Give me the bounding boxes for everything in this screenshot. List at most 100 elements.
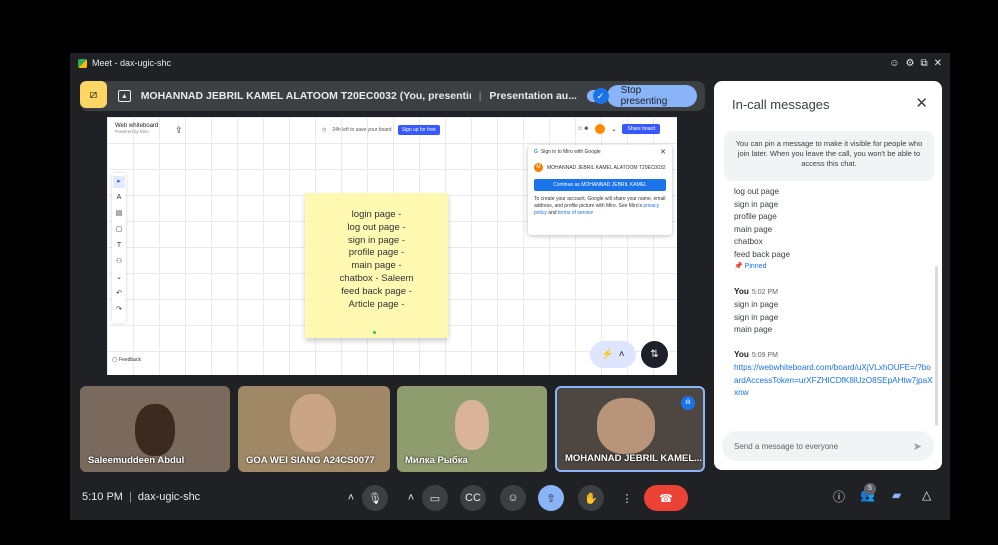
- pinned-label[interactable]: 📌 Pinned: [734, 261, 934, 274]
- board-quick-actions[interactable]: ⚡ ˄: [590, 341, 636, 368]
- video-options-chevron-icon[interactable]: ˄: [398, 485, 424, 511]
- reactions-icon[interactable]: ☺☻: [577, 126, 589, 132]
- presentation-auto-toggle[interactable]: [586, 88, 609, 104]
- board-link[interactable]: https://webwhiteboard.com/board/uXjVLxhO…: [734, 363, 933, 397]
- participant-tile[interactable]: ılı MOHANNAD JEBRIL KAMEL...: [555, 386, 705, 472]
- participant-tile[interactable]: Милка Рыбка: [397, 386, 547, 472]
- sticky-line: feed back page -: [341, 285, 412, 297]
- participant-video: [135, 404, 175, 456]
- message-line: sign in page: [734, 312, 779, 322]
- redo-icon[interactable]: ↷: [113, 304, 125, 316]
- chat-icon[interactable]: ▰: [892, 488, 901, 502]
- meet-logo-icon: [78, 58, 87, 68]
- signin-desc-and: and: [548, 209, 557, 216]
- in-call-messages-panel: In-call messages ✕ You can pin a message…: [714, 81, 942, 470]
- title-bar: Meet - dax-ugic-shc ☺ ⚙ ⧉ ✕: [70, 53, 950, 73]
- terms-link[interactable]: terms of service: [558, 210, 593, 216]
- message-input[interactable]: Send a message to everyone ➤: [722, 431, 934, 461]
- sticky-line: sign in page -: [347, 234, 406, 246]
- board-save-hint: ◷ 24h left to save your board Sign up fo…: [322, 125, 440, 135]
- powered-by: Powered by Miro: [115, 129, 149, 134]
- raise-hand-icon[interactable]: ✋: [578, 485, 604, 511]
- chevron-down-icon[interactable]: ⌄: [611, 126, 616, 133]
- meeting-code: dax-ugic-shc: [137, 491, 201, 503]
- select-tool-icon[interactable]: ▸: [113, 176, 125, 188]
- participant-tile[interactable]: Saleemuddeen Abdul: [80, 386, 230, 472]
- sender-name: You: [734, 349, 749, 359]
- people-button[interactable]: 👥 5: [860, 483, 876, 502]
- meet-window: Meet - dax-ugic-shc ☺ ⚙ ⧉ ✕ ▲ MOHANNAD J…: [70, 53, 950, 520]
- message-sender: You 5:09 PM: [734, 349, 934, 363]
- message-line: main page: [734, 325, 773, 334]
- stop-presenting-button[interactable]: Stop presenting: [606, 85, 697, 107]
- microphone-icon[interactable]: 🎙: [362, 485, 388, 511]
- sticky-line: Article page -: [348, 298, 405, 310]
- google-signin-popup: G Sign in to Miro with Google ✕ M MOHANNA…: [528, 145, 672, 235]
- presentation-auto-label: Presentation au...: [489, 90, 577, 102]
- more-tools-icon[interactable]: ⌄: [113, 272, 125, 284]
- participant-tiles: Saleemuddeen Abdul GOA WEI SIANG A24CS00…: [80, 386, 705, 472]
- participant-video: [455, 400, 489, 450]
- message-line: sign in page: [734, 199, 779, 209]
- pin-icon: 📌: [734, 263, 743, 270]
- captions-icon[interactable]: CC: [460, 485, 486, 511]
- close-panel-icon[interactable]: ✕: [915, 94, 928, 112]
- emoji-icon[interactable]: ☺: [889, 58, 899, 69]
- whiteboard-header: Web whiteboard Powered by Miro: [115, 123, 158, 134]
- text-tool-icon[interactable]: T: [113, 240, 125, 252]
- window-title: Meet - dax-ugic-shc: [92, 58, 172, 68]
- feedback-button[interactable]: ◯ Feedback: [112, 357, 141, 363]
- close-popup-icon[interactable]: ✕: [660, 148, 666, 156]
- frame-tool-icon[interactable]: ▤: [113, 208, 125, 220]
- panel-title: In-call messages: [732, 97, 830, 112]
- participant-name: MOHANNAD JEBRIL KAMEL...: [565, 453, 703, 464]
- sticky-note-tool-icon[interactable]: ▢: [113, 224, 125, 236]
- present-now-icon[interactable]: ⇧: [538, 485, 564, 511]
- account-row[interactable]: M MOHANNAD JEBRIL KAMEL ALATOOM T20EC003…: [534, 163, 666, 172]
- upload-icon[interactable]: ⇪: [175, 125, 183, 136]
- audio-wave-icon: ılı: [681, 396, 695, 410]
- signup-button[interactable]: Sign up for free: [397, 125, 440, 135]
- presenting-indicator-icon[interactable]: ⧄: [80, 81, 107, 108]
- signin-header: Sign in to Miro with Google: [540, 149, 601, 155]
- sticky-note[interactable]: login page - log out page - sign in page…: [305, 193, 448, 338]
- popout-icon[interactable]: ⧉: [920, 58, 927, 69]
- emoji-reactions-icon[interactable]: ☺: [500, 485, 526, 511]
- shared-whiteboard[interactable]: Web whiteboard Powered by Miro ⇪ ◷ 24h l…: [107, 117, 677, 375]
- lightning-icon: ⚡: [601, 349, 614, 360]
- camera-icon[interactable]: ▭: [422, 485, 448, 511]
- google-icon: G: [534, 149, 538, 155]
- account-avatar: M: [534, 163, 543, 172]
- leave-call-button[interactable]: ☎: [644, 485, 688, 511]
- current-time: 5:10 PM: [82, 491, 123, 503]
- send-icon[interactable]: ➤: [913, 440, 922, 453]
- undo-icon[interactable]: ↶: [113, 288, 125, 300]
- pin-info-banner: You can pin a message to make it visible…: [724, 131, 934, 181]
- user-avatar[interactable]: [595, 124, 606, 134]
- save-hint-text: 24h left to save your board: [332, 127, 392, 133]
- people-count-badge: 5: [864, 483, 876, 495]
- feedback-label: Feedback: [119, 357, 141, 363]
- present-screen-icon: ▲: [118, 90, 131, 102]
- close-window-icon[interactable]: ✕: [934, 58, 942, 69]
- participant-tile[interactable]: GOA WEI SIANG A24CS0077: [238, 386, 390, 472]
- more-options-icon[interactable]: ⋮: [614, 485, 640, 511]
- presentation-bar: ▲ MOHANNAD JEBRIL KAMEL ALATOOM T20EC003…: [80, 81, 705, 111]
- message-input-placeholder: Send a message to everyone: [734, 441, 839, 451]
- pen-tool-icon[interactable]: A: [113, 192, 125, 204]
- message-line: profile page: [734, 212, 777, 221]
- shapes-tool-icon[interactable]: ⚇: [113, 256, 125, 268]
- message-line: log out page: [734, 187, 780, 196]
- meeting-details-icon[interactable]: ⓘ: [833, 488, 845, 505]
- continue-as-button[interactable]: Continue as MOHANNAD JEBRIL KAMEL: [534, 179, 666, 191]
- message-sender: You 5:02 PM: [734, 286, 934, 300]
- share-board-button[interactable]: Share board: [622, 124, 661, 134]
- settings-icon[interactable]: ⚙: [906, 58, 915, 69]
- board-move-button[interactable]: ⇅: [641, 341, 668, 368]
- activities-icon[interactable]: △: [922, 488, 931, 502]
- participant-name: Saleemuddeen Abdul: [88, 455, 185, 466]
- screen: Meet - dax-ugic-shc ☺ ⚙ ⧉ ✕ ▲ MOHANNAD J…: [0, 0, 998, 545]
- sticky-line: profile page -: [348, 247, 405, 259]
- audio-options-chevron-icon[interactable]: ˄: [338, 485, 364, 511]
- chat-scrollbar[interactable]: [935, 266, 938, 426]
